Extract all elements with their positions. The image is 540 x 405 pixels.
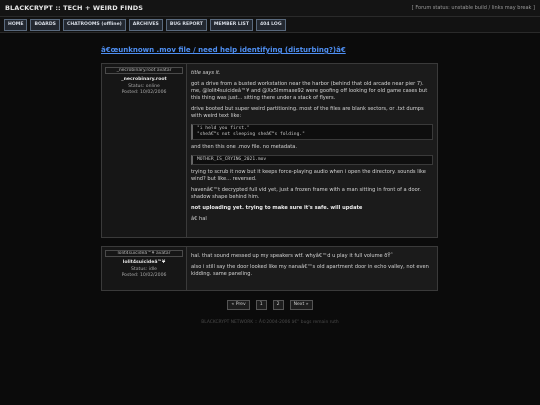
post: _necrobinary.root avatar _necrobinary.ro…	[101, 63, 438, 238]
nav-bug-report[interactable]: BUG REPORT	[165, 18, 207, 31]
post: lolit4suicideâ™¥ avatar lolit4suicideâ™¥…	[101, 246, 438, 291]
pagination: « Prev 1 2 Next »	[0, 300, 540, 310]
nav-bar: HOME BOARDS CHATROOMS (offline) ARCHIVES…	[0, 17, 540, 33]
next-page-button[interactable]: Next »	[289, 300, 313, 310]
footer: BLACKCRYPT NETWORK :: Â©2004-2006 â€“ bu…	[201, 320, 339, 325]
nav-boards[interactable]: BOARDS	[30, 18, 60, 31]
nav-member-list[interactable]: MEMBER LIST	[209, 18, 253, 31]
filename-block: MOTHER_IS_CRYING_2021.mov	[191, 155, 433, 165]
post-text: hal. that sound messed up my speakers wt…	[191, 253, 394, 259]
post-author-panel: _necrobinary.root avatar _necrobinary.ro…	[102, 64, 187, 237]
post-text: title says it.	[191, 70, 221, 76]
post-text: drive booted but super weird partitionin…	[191, 106, 424, 119]
nav-404-log[interactable]: 404 LOG	[255, 18, 286, 31]
post-text: got a drive from a busted workstation ne…	[191, 81, 428, 101]
site-title[interactable]: BLACKCRYPT :: TECH + WEIRD FINDS	[5, 4, 143, 12]
code-line: "sheâ€™s not sleeping sheâ€™s folding."	[197, 132, 305, 137]
nav-chatrooms[interactable]: CHATROOMS (offline)	[62, 18, 126, 31]
code-block: "i held you first." "sheâ€™s not sleepin…	[191, 124, 433, 140]
top-bar: BLACKCRYPT :: TECH + WEIRD FINDS [ Forum…	[0, 0, 540, 17]
forum-status: [ Forum status: unstable build / links m…	[411, 5, 535, 11]
avatar[interactable]: _necrobinary.root avatar	[105, 67, 183, 74]
post-author-panel: lolit4suicideâ™¥ avatar lolit4suicideâ™¥…	[102, 247, 187, 290]
post-text: not uploading yet. trying to make sure i…	[191, 205, 363, 211]
post-body: hal. that sound messed up my speakers wt…	[187, 247, 437, 290]
post-text: trying to scrub it now but it keeps forc…	[191, 169, 426, 182]
prev-page-button[interactable]: « Prev	[227, 300, 250, 310]
post-signature: â€ hal	[191, 216, 207, 222]
post-body: title says it. got a drive from a busted…	[187, 64, 437, 237]
nav-home[interactable]: HOME	[4, 18, 28, 31]
thread-title[interactable]: â€œunknown .mov file / need help identif…	[101, 46, 346, 54]
nav-archives[interactable]: ARCHIVES	[128, 18, 163, 31]
page-1-button[interactable]: 1	[255, 300, 267, 310]
post-text: also i still say the door looked like my…	[191, 264, 429, 277]
post-text: and then this one .mov file. no metadata…	[191, 144, 298, 150]
post-date: Posted: 10/02/2006	[121, 90, 167, 95]
page-2-button[interactable]: 2	[272, 300, 284, 310]
avatar[interactable]: lolit4suicideâ™¥ avatar	[105, 250, 183, 257]
post-date: Posted: 10/02/2006	[121, 273, 167, 278]
post-text: havenâ€™t decrypted full vid yet, just a…	[191, 187, 421, 200]
